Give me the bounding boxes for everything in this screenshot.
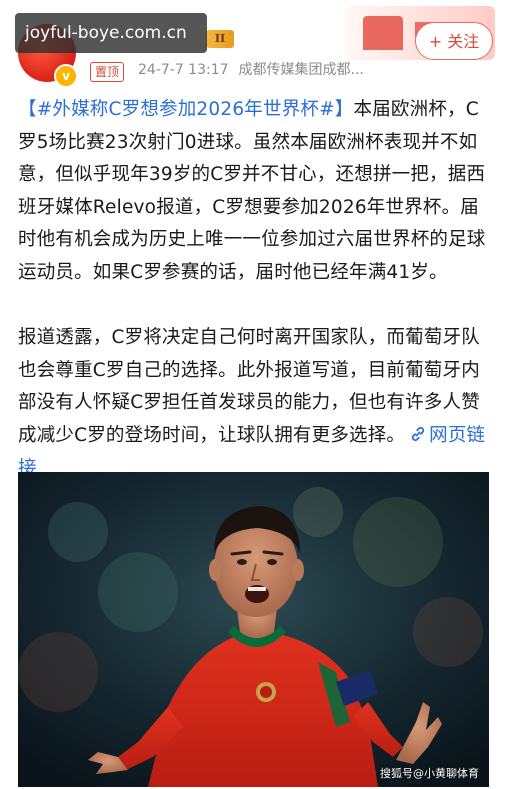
post-date: 24-7-7 13:17 bbox=[138, 62, 229, 78]
weibo-post-screen: v II + 关注 置顶 24-7-7 13:17 成都传媒集团成都... joy… bbox=[0, 0, 507, 789]
crowd-blur bbox=[48, 502, 108, 562]
photo-watermark: 搜狐号@小黄聊体育 bbox=[380, 767, 479, 780]
banner-building-decoration bbox=[363, 16, 403, 50]
paragraph-2: 报道透露，C罗将决定自己何时离开国家队，而葡萄牙队也会尊重C罗自己的选择。此外报… bbox=[18, 322, 492, 485]
site-watermark: joyful-boye.com.cn bbox=[15, 13, 207, 53]
topic-hashtag[interactable]: 【#外媒称C罗想参加2026年世界杯#】 bbox=[18, 99, 354, 120]
player-photo-illustration bbox=[18, 472, 489, 787]
paragraph-1-text: 本届欧洲杯，C罗5场比赛23次射门0进球。虽然本届欧洲杯表现并不如意，但似乎现年… bbox=[18, 99, 486, 283]
pinned-tag: 置顶 bbox=[90, 62, 125, 82]
crowd-blur bbox=[293, 487, 343, 537]
post-photo[interactable]: 搜狐号@小黄聊体育 bbox=[18, 472, 489, 787]
post-source[interactable]: 成都传媒集团成都... bbox=[239, 62, 364, 78]
link-icon bbox=[411, 426, 425, 441]
post-meta: 24-7-7 13:17 成都传媒集团成都... bbox=[138, 60, 364, 80]
post-text: 【#外媒称C罗想参加2026年世界杯#】本届欧洲杯，C罗5场比赛23次射门0进球… bbox=[18, 94, 492, 485]
crowd-blur bbox=[353, 497, 443, 587]
level-badge: II bbox=[206, 30, 234, 48]
follow-button[interactable]: + 关注 bbox=[415, 22, 493, 60]
paragraph-1: 【#外媒称C罗想参加2026年世界杯#】本届欧洲杯，C罗5场比赛23次射门0进球… bbox=[18, 94, 492, 290]
crowd-blur bbox=[413, 597, 483, 667]
verified-icon: v bbox=[54, 64, 78, 88]
crowd-blur bbox=[98, 552, 178, 632]
crowd-blur bbox=[18, 632, 98, 712]
